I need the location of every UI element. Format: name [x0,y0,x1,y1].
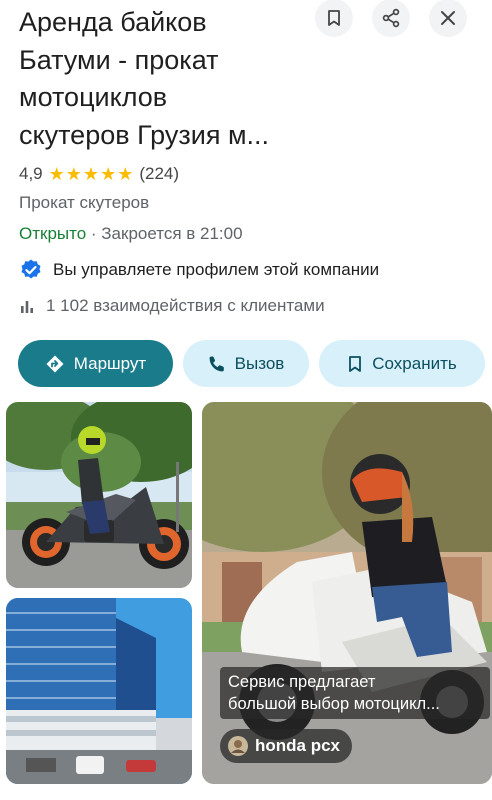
building-photo-image [6,598,192,784]
title-line-1: Аренда байков [19,7,207,37]
star-icon: ★ [117,164,134,184]
photo-motorcycle[interactable] [6,402,192,588]
rating-row[interactable]: 4,9 ★ ★ ★ ★ ★ (224) [19,163,179,185]
photo-building[interactable] [6,598,192,784]
share-button[interactable] [372,0,410,37]
route-button[interactable]: Маршрут [18,340,173,387]
open-status: Открыто [19,224,87,243]
interactions-row[interactable]: 1 102 взаимодействия с клиентами [19,296,325,316]
review-count: (224) [139,164,180,183]
share-icon [382,8,400,28]
star-icon: ★ [48,164,65,184]
save-button[interactable]: Сохранить [319,340,485,387]
save-icon-button[interactable] [315,0,353,37]
caption-line-1: Сервис предлагает [228,673,376,691]
close-button[interactable] [429,0,467,37]
star-icon: ★ [100,164,117,184]
bar-chart-icon [21,301,33,313]
bookmark-icon [328,10,340,26]
phone-icon [209,356,224,371]
photo-author-chip[interactable]: honda pcx [220,729,353,763]
route-label: Маршрут [73,353,147,373]
managed-profile-row[interactable]: Вы управляете профилем этой компании [19,258,379,282]
star-icon: ★ [65,164,82,184]
status-separator: · [86,224,102,243]
managed-profile-text: Вы управляете профилем этой компании [53,260,380,279]
motorcycle-photo-image [6,402,192,588]
rating-stars: ★ ★ ★ ★ ★ [49,165,134,183]
title-line-4: скутеров Грузия м... [19,119,270,150]
star-icon: ★ [82,164,100,184]
chip-label: honda pcx [255,736,341,755]
place-title: Аренда байков Батуми - прокат мотоциклов… [19,4,304,154]
title-line-2: Батуми - прокат [19,44,219,75]
bookmark-icon [349,355,362,372]
verified-icon [21,259,41,279]
action-buttons: Маршрут Вызов Сохранить [18,340,485,387]
title-line-3: мотоциклов [19,82,168,112]
opening-hours[interactable]: Открыто · Закроется в 21:00 [19,224,243,244]
call-button[interactable]: Вызов [183,340,309,387]
photo-scooter[interactable]: Сервис предлагает большой выбор мотоцикл… [202,402,492,784]
caption-line-2: большой выбор мотоцикл... [228,695,440,713]
scooter-photo-image [202,402,492,784]
avatar [228,736,248,756]
interactions-text: 1 102 взаимодействия с клиентами [46,296,325,315]
call-label: Вызов [234,353,285,373]
closing-time: Закроется в 21:00 [101,224,243,243]
directions-icon [46,355,64,372]
photo-caption: Сервис предлагает большой выбор мотоцикл… [220,667,490,719]
close-icon [441,11,455,25]
place-category: Прокат скутеров [19,193,150,212]
save-label: Сохранить [372,353,457,373]
rating-value: 4,9 [19,164,43,183]
